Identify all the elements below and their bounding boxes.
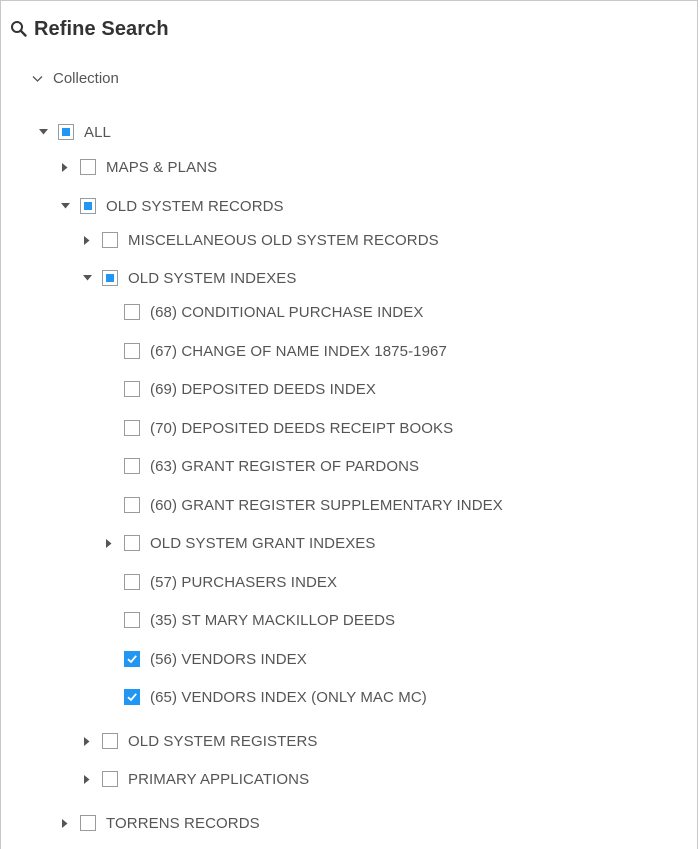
tree-node-label: MISCELLANEOUS OLD SYSTEM RECORDS bbox=[128, 231, 439, 249]
tree-node-label: OLD SYSTEM GRANT INDEXES bbox=[150, 534, 376, 552]
tree-checkbox[interactable] bbox=[124, 497, 140, 513]
tree-checkbox[interactable] bbox=[124, 574, 140, 590]
tree-node-label: (67) CHANGE OF NAME INDEX 1875-1967 bbox=[150, 342, 447, 360]
tree-node-label: TORRENS RECORDS bbox=[106, 814, 260, 832]
facet-label: Collection bbox=[53, 69, 119, 87]
tree-checkbox[interactable] bbox=[80, 815, 96, 831]
caret-down-icon[interactable] bbox=[60, 201, 70, 211]
chevron-down-icon[interactable] bbox=[32, 70, 43, 87]
tree-checkbox[interactable] bbox=[80, 198, 96, 214]
tree-node-grant-register-of-pardons[interactable]: (63) GRANT REGISTER OF PARDONS bbox=[104, 455, 419, 477]
tree-node-label: (57) PURCHASERS INDEX bbox=[150, 573, 338, 591]
tree-node-label: (70) DEPOSITED DEEDS RECEIPT BOOKS bbox=[150, 419, 454, 437]
tree-node-change-of-name-index[interactable]: (67) CHANGE OF NAME INDEX 1875-1967 bbox=[104, 340, 447, 362]
panel-header: Refine Search bbox=[10, 15, 169, 43]
tree-node-all[interactable]: ALL bbox=[38, 121, 111, 143]
tree-checkbox[interactable] bbox=[124, 458, 140, 474]
tree-checkbox[interactable] bbox=[124, 612, 140, 628]
tree-node-label: (63) GRANT REGISTER OF PARDONS bbox=[150, 457, 420, 475]
tree-node-vendors-index[interactable]: (56) VENDORS INDEX bbox=[104, 648, 307, 670]
tree-checkbox[interactable] bbox=[124, 304, 140, 320]
tree-checkbox[interactable] bbox=[124, 381, 140, 397]
panel-title: Refine Search bbox=[34, 17, 169, 40]
tree-node-label: MAPS & PLANS bbox=[106, 158, 218, 176]
tree-node-st-mary-mackillop-deeds[interactable]: (35) ST MARY MACKILLOP DEEDS bbox=[104, 609, 395, 631]
tree-checkbox[interactable] bbox=[102, 232, 118, 248]
facet-collection-header[interactable]: Collection bbox=[32, 67, 119, 89]
tree-node-old-system-indexes[interactable]: OLD SYSTEM INDEXES bbox=[82, 267, 297, 289]
caret-right-icon[interactable] bbox=[82, 736, 92, 746]
tree-node-label: (65) VENDORS INDEX (ONLY MAC MC) bbox=[150, 688, 427, 706]
tree-node-label: (68) CONDITIONAL PURCHASE INDEX bbox=[150, 303, 424, 321]
tree-node-deposited-deeds-index[interactable]: (69) DEPOSITED DEEDS INDEX bbox=[104, 378, 376, 400]
tree-node-primary-applications[interactable]: PRIMARY APPLICATIONS bbox=[82, 768, 309, 790]
search-icon bbox=[10, 20, 28, 38]
tree-node-label: (60) GRANT REGISTER SUPPLEMENTARY INDEX bbox=[150, 496, 503, 514]
tree-checkbox[interactable] bbox=[102, 771, 118, 787]
tree-checkbox[interactable] bbox=[124, 689, 140, 705]
tree-node-label: OLD SYSTEM RECORDS bbox=[106, 197, 284, 215]
tree-checkbox[interactable] bbox=[124, 535, 140, 551]
tree-node-vendors-index-only-mac-mc[interactable]: (65) VENDORS INDEX (ONLY MAC MC) bbox=[104, 686, 427, 708]
tree-node-grant-register-supplementary-index[interactable]: (60) GRANT REGISTER SUPPLEMENTARY INDEX bbox=[104, 494, 503, 516]
caret-right-icon[interactable] bbox=[82, 774, 92, 784]
tree-checkbox[interactable] bbox=[58, 124, 74, 140]
caret-right-icon[interactable] bbox=[104, 538, 114, 548]
caret-down-icon[interactable] bbox=[82, 273, 92, 283]
tree-node-label: (56) VENDORS INDEX bbox=[150, 650, 307, 668]
tree-node-maps-plans[interactable]: MAPS & PLANS bbox=[60, 156, 217, 178]
tree-node-label: OLD SYSTEM REGISTERS bbox=[128, 732, 318, 750]
tree-node-old-system-grant-indexes[interactable]: OLD SYSTEM GRANT INDEXES bbox=[104, 532, 376, 554]
tree-node-torrens-records[interactable]: TORRENS RECORDS bbox=[60, 812, 260, 834]
tree-node-label: ALL bbox=[84, 123, 111, 141]
caret-down-icon[interactable] bbox=[38, 127, 48, 137]
tree-checkbox[interactable] bbox=[80, 159, 96, 175]
tree-checkbox[interactable] bbox=[124, 420, 140, 436]
tree-node-deposited-deeds-receipt-books[interactable]: (70) DEPOSITED DEEDS RECEIPT BOOKS bbox=[104, 417, 453, 439]
tree-checkbox[interactable] bbox=[102, 270, 118, 286]
tree-node-label: (69) DEPOSITED DEEDS INDEX bbox=[150, 380, 376, 398]
tree-node-label: PRIMARY APPLICATIONS bbox=[128, 770, 310, 788]
tree-checkbox[interactable] bbox=[124, 343, 140, 359]
refine-search-panel: Refine Search Collection ALL MAPS & PLAN… bbox=[0, 0, 698, 849]
tree-node-label: OLD SYSTEM INDEXES bbox=[128, 269, 297, 287]
tree-node-purchasers-index[interactable]: (57) PURCHASERS INDEX bbox=[104, 571, 337, 593]
tree-node-label: (35) ST MARY MACKILLOP DEEDS bbox=[150, 611, 396, 629]
tree-node-old-system-records[interactable]: OLD SYSTEM RECORDS bbox=[60, 195, 284, 217]
tree-checkbox[interactable] bbox=[124, 651, 140, 667]
caret-right-icon[interactable] bbox=[60, 162, 70, 172]
tree-node-old-system-registers[interactable]: OLD SYSTEM REGISTERS bbox=[82, 730, 318, 752]
tree-checkbox[interactable] bbox=[102, 733, 118, 749]
tree-node-misc-old-system-records[interactable]: MISCELLANEOUS OLD SYSTEM RECORDS bbox=[82, 229, 439, 251]
caret-right-icon[interactable] bbox=[60, 818, 70, 828]
caret-right-icon[interactable] bbox=[82, 235, 92, 245]
tree-node-conditional-purchase-index[interactable]: (68) CONDITIONAL PURCHASE INDEX bbox=[104, 301, 423, 323]
